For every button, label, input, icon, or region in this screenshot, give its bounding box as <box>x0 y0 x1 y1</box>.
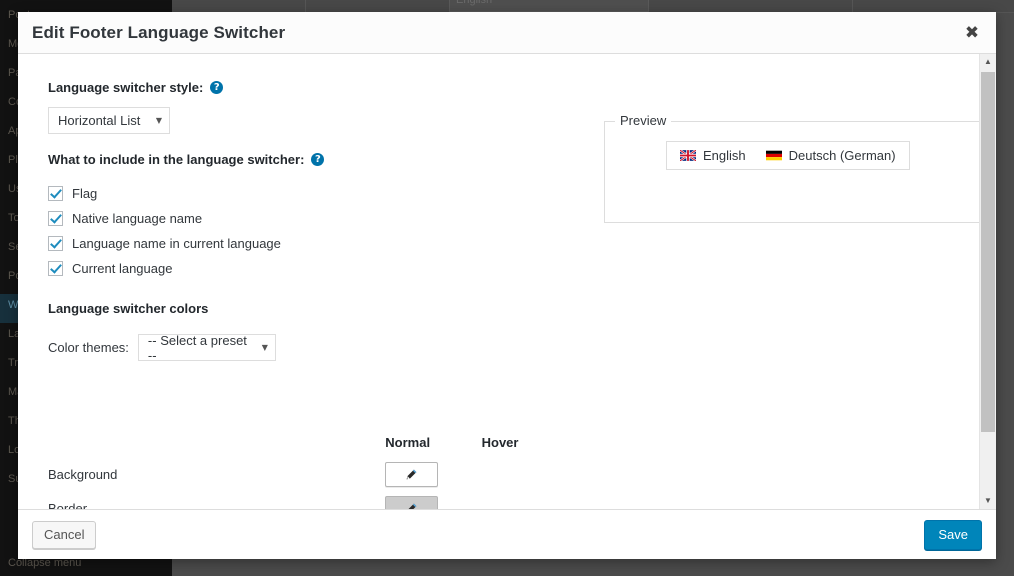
color-row-label: Border <box>48 500 88 510</box>
checkbox-label-current-language: Current language <box>72 261 173 276</box>
color-themes-select[interactable]: -- Select a preset -- ▼ <box>137 332 276 363</box>
chevron-down-icon: ▼ <box>261 343 268 352</box>
checkbox-current-language[interactable] <box>48 261 63 276</box>
language-switcher-style-label: Language switcher style: ? <box>48 80 578 95</box>
include-label: What to include in the language switcher… <box>48 152 578 167</box>
pencil-icon <box>408 503 417 509</box>
color-row-border: Border <box>48 491 578 509</box>
backdrop-column-divider <box>852 0 853 12</box>
flag-germany-icon <box>765 150 782 161</box>
preview-language-label: English <box>703 148 746 163</box>
color-settings-table: Normal Hover Background Border <box>48 435 578 509</box>
language-switcher-style-select[interactable]: Horizontal List ▼ <box>48 107 170 134</box>
color-row-background: Background <box>48 457 578 491</box>
preview-language-label: Deutsch (German) <box>788 148 896 163</box>
dialog-title: Edit Footer Language Switcher <box>32 22 286 42</box>
checkbox-label-flag: Flag <box>72 186 98 201</box>
scroll-down-arrow-icon[interactable]: ▼ <box>980 493 996 509</box>
checkbox-flag[interactable] <box>48 186 63 201</box>
preview-language-switcher: English Deutsch (German) <box>666 141 910 170</box>
cancel-button[interactable]: Cancel <box>32 520 97 549</box>
backdrop-language-select: English <box>449 0 649 12</box>
color-themes-value: -- Select a preset -- <box>147 332 247 363</box>
checkbox-row-language-name-current[interactable]: Language name in current language <box>48 231 578 256</box>
style-help-icon[interactable]: ? <box>210 81 224 94</box>
color-themes-row: Color themes: -- Select a preset -- ▼ <box>48 332 578 363</box>
dialog-body: Language switcher style: ? Horizontal Li… <box>18 54 996 509</box>
include-label-text: What to include in the language switcher… <box>48 152 305 167</box>
preview-legend: Preview <box>615 113 672 128</box>
checkbox-language-name-current[interactable] <box>48 236 63 251</box>
color-row-label: Background <box>48 466 118 482</box>
chevron-down-icon: ▼ <box>155 116 162 125</box>
checkbox-row-native-language-name[interactable]: Native language name <box>48 206 578 231</box>
checkbox-label-language-name-current: Language name in current language <box>72 236 281 251</box>
scroll-up-arrow-icon[interactable]: ▲ <box>980 54 996 70</box>
color-cell-normal <box>385 495 481 509</box>
column-header-normal: Normal <box>385 435 431 450</box>
preview-language-english[interactable]: English <box>680 148 746 163</box>
style-label-text: Language switcher style: <box>48 80 204 95</box>
pencil-icon <box>406 469 417 479</box>
include-help-icon[interactable]: ? <box>311 153 325 166</box>
checkbox-row-current-language[interactable]: Current language <box>48 256 578 281</box>
dialog-header: Edit Footer Language Switcher ✖ <box>18 12 996 54</box>
flag-uk-icon <box>680 150 696 161</box>
save-button[interactable]: Save <box>924 519 982 550</box>
close-icon[interactable]: ✖ <box>958 20 986 46</box>
color-swatch-border-normal[interactable] <box>385 495 439 509</box>
color-cell-normal <box>385 461 481 487</box>
dialog-scrollbar[interactable]: ▲ ▼ <box>979 54 996 509</box>
settings-form: Language switcher style: ? Horizontal Li… <box>48 80 578 363</box>
colors-section-title: Language switcher colors <box>48 301 209 316</box>
style-select-value: Horizontal List <box>58 113 141 128</box>
backdrop-column-divider <box>305 0 306 12</box>
dialog-footer: Cancel Save <box>18 509 996 559</box>
edit-language-switcher-dialog: Edit Footer Language Switcher ✖ Language… <box>18 12 996 559</box>
scrollbar-thumb[interactable] <box>981 72 995 432</box>
include-checkbox-group: Flag Native language name Language name … <box>48 181 578 281</box>
color-themes-label: Color themes: <box>48 340 129 355</box>
color-swatch-background-normal[interactable] <box>385 461 439 487</box>
checkbox-native-language-name[interactable] <box>48 211 63 226</box>
checkbox-row-flag[interactable]: Flag <box>48 181 578 206</box>
color-table-header: Normal Hover <box>48 435 578 457</box>
column-header-hover: Hover <box>481 435 519 450</box>
dialog-scroll-content: Language switcher style: ? Horizontal Li… <box>18 54 980 509</box>
checkbox-label-native-language-name: Native language name <box>72 211 203 226</box>
preview-language-german[interactable]: Deutsch (German) <box>765 148 896 163</box>
preview-panel: Preview English Deutsch (German) <box>604 113 980 223</box>
